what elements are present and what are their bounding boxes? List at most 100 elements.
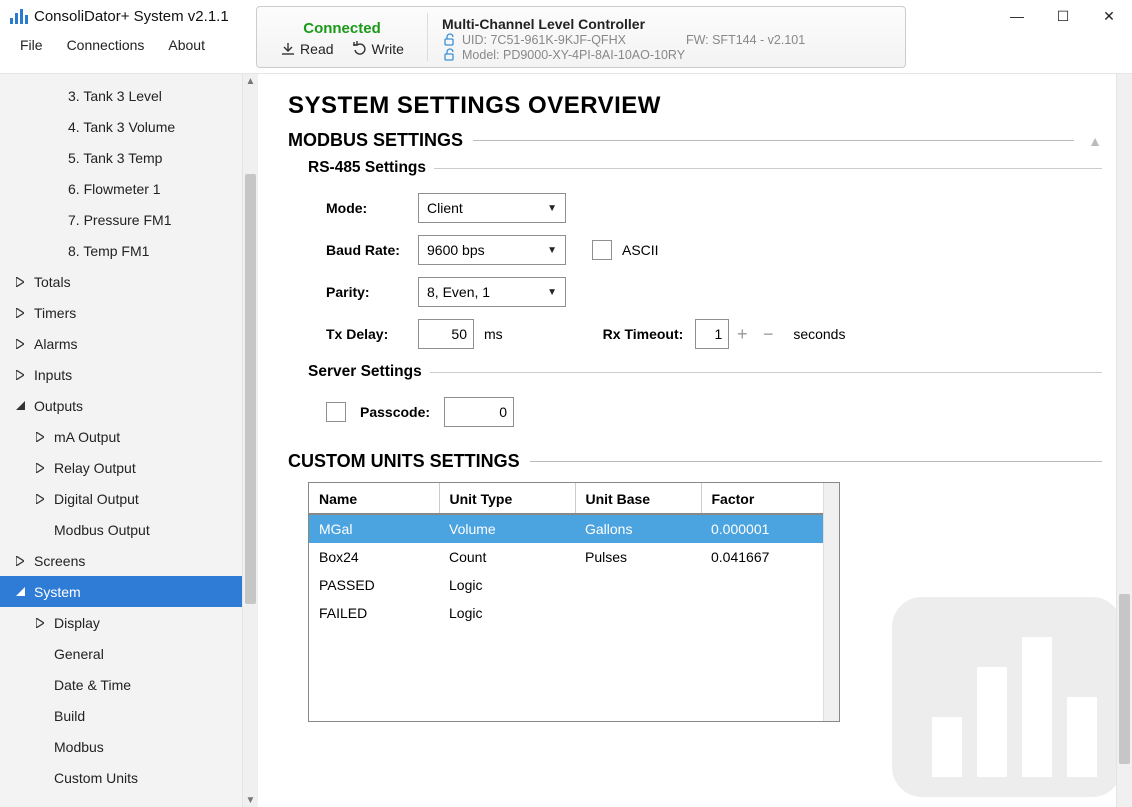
window-maximize[interactable]: ☐ — [1040, 0, 1086, 32]
tree-item-label: Modbus Output — [54, 522, 150, 538]
tree-item[interactable]: 5. Tank 3 Temp — [0, 142, 242, 173]
sidebar-scrollbar[interactable]: ▲ ▼ — [242, 74, 258, 807]
window-minimize[interactable]: — — [994, 0, 1040, 32]
tree-item-label: Date & Time — [54, 677, 131, 693]
read-icon — [280, 41, 296, 57]
rxtimeout-input[interactable]: 1 — [695, 319, 729, 349]
tree-item[interactable]: Outputs — [0, 390, 242, 421]
mode-select[interactable]: Client ▼ — [418, 193, 566, 223]
tree-item-label: mA Output — [54, 429, 120, 445]
table-scrollbar[interactable] — [823, 483, 839, 721]
txdelay-input[interactable]: 50 — [418, 319, 474, 349]
tree-item[interactable]: Inputs — [0, 359, 242, 390]
menu-connections[interactable]: Connections — [57, 33, 155, 57]
app-title: ConsoliDator+ System v2.1.1 — [10, 4, 256, 27]
window-close[interactable]: ✕ — [1086, 0, 1132, 32]
menu-file[interactable]: File — [10, 33, 53, 57]
table-row[interactable]: Box24CountPulses0.041667 — [309, 543, 823, 571]
cell-factor — [701, 599, 823, 627]
tree-item[interactable]: 3. Tank 3 Level — [0, 80, 242, 111]
tree-item[interactable]: Modbus — [0, 731, 242, 762]
tree-item[interactable]: General — [0, 638, 242, 669]
table-row[interactable]: MGalVolumeGallons0.000001 — [309, 514, 823, 543]
chevron-right-icon — [34, 494, 46, 504]
tree-item[interactable]: Relay Output — [0, 452, 242, 483]
tree-item[interactable]: Date & Time — [0, 669, 242, 700]
col-unit-base[interactable]: Unit Base — [575, 483, 701, 514]
tree-item-label: Modbus — [54, 739, 104, 755]
chevron-right-icon — [34, 463, 46, 473]
tree-item[interactable]: Display — [0, 607, 242, 638]
passcode-label: Passcode: — [360, 404, 430, 420]
rxtimeout-stepper[interactable]: 1 + − — [695, 319, 781, 349]
tree-item-label: 8. Temp FM1 — [68, 243, 149, 259]
scroll-thumb[interactable] — [1119, 594, 1130, 764]
parity-label: Parity: — [326, 284, 418, 300]
table-row[interactable]: FAILEDLogic — [309, 599, 823, 627]
chevron-right-icon — [14, 339, 26, 349]
collapse-icon[interactable]: ▲ — [1084, 133, 1102, 149]
cell-name: MGal — [309, 514, 439, 543]
scroll-up-icon[interactable]: ▲ — [243, 74, 258, 88]
tree-item[interactable]: 8. Temp FM1 — [0, 235, 242, 266]
table-row[interactable]: PASSEDLogic — [309, 571, 823, 599]
col-name[interactable]: Name — [309, 483, 439, 514]
custom-units-header-text: CUSTOM UNITS SETTINGS — [288, 451, 520, 472]
scroll-down-icon[interactable]: ▼ — [243, 793, 258, 807]
ascii-label: ASCII — [622, 242, 659, 258]
rxtimeout-label: Rx Timeout: — [603, 326, 684, 342]
titlebar: ConsoliDator+ System v2.1.1 File Connect… — [0, 0, 1132, 74]
modbus-header-text: MODBUS SETTINGS — [288, 130, 463, 151]
baud-select[interactable]: 9600 bps ▼ — [418, 235, 566, 265]
write-icon — [350, 41, 368, 57]
chevron-down-icon: ▼ — [547, 203, 557, 214]
read-button[interactable]: Read — [280, 41, 333, 57]
tree-item[interactable]: Totals — [0, 266, 242, 297]
cell-base: Gallons — [575, 514, 701, 543]
col-factor[interactable]: Factor — [701, 483, 823, 514]
cell-name: FAILED — [309, 599, 439, 627]
cell-base: Pulses — [575, 543, 701, 571]
tree-item-label: General — [54, 646, 104, 662]
parity-select[interactable]: 8, Even, 1 ▼ — [418, 277, 566, 307]
device-title: Multi-Channel Level Controller — [442, 16, 905, 32]
cell-factor: 0.041667 — [701, 543, 823, 571]
tree-item-label: 5. Tank 3 Temp — [68, 150, 162, 166]
tree-item-label: Screens — [34, 553, 85, 569]
rs485-settings-title: RS-485 Settings — [308, 159, 1102, 177]
menu-about[interactable]: About — [158, 33, 215, 57]
tree-item-label: 4. Tank 3 Volume — [68, 119, 175, 135]
tree-item[interactable]: 4. Tank 3 Volume — [0, 111, 242, 142]
tree-item-label: Build — [54, 708, 85, 724]
tree-item[interactable]: Build — [0, 700, 242, 731]
tree-item[interactable]: mA Output — [0, 421, 242, 452]
chevron-right-icon — [14, 308, 26, 318]
tree-item-label: Display — [54, 615, 100, 631]
tree-item[interactable]: System — [0, 576, 242, 607]
cell-base — [575, 599, 701, 627]
tree-item[interactable]: Screens — [0, 545, 242, 576]
content-scrollbar[interactable] — [1116, 74, 1132, 807]
cell-base — [575, 571, 701, 599]
tree-item[interactable]: Digital Output — [0, 483, 242, 514]
col-unit-type[interactable]: Unit Type — [439, 483, 575, 514]
tree-item[interactable]: Custom Units — [0, 762, 242, 793]
plus-icon[interactable]: + — [729, 319, 755, 349]
tree-item[interactable]: 6. Flowmeter 1 — [0, 173, 242, 204]
tree-item[interactable]: Timers — [0, 297, 242, 328]
cell-type: Logic — [439, 599, 575, 627]
write-button[interactable]: Write — [350, 41, 404, 57]
tree-item[interactable]: Modbus Output — [0, 514, 242, 545]
cell-factor: 0.000001 — [701, 514, 823, 543]
minus-icon[interactable]: − — [755, 319, 781, 349]
passcode-checkbox[interactable] — [326, 402, 346, 422]
ascii-checkbox[interactable] — [592, 240, 612, 260]
tree-item-label: Relay Output — [54, 460, 136, 476]
tree-item[interactable]: 7. Pressure FM1 — [0, 204, 242, 235]
tree-item-label: Totals — [34, 274, 71, 290]
passcode-input[interactable]: 0 — [444, 397, 514, 427]
sidebar: 3. Tank 3 Level 4. Tank 3 Volume 5. Tank 3… — [0, 74, 258, 807]
tree-item[interactable]: Alarms — [0, 328, 242, 359]
chevron-right-icon — [14, 370, 26, 380]
scroll-thumb[interactable] — [245, 174, 256, 604]
